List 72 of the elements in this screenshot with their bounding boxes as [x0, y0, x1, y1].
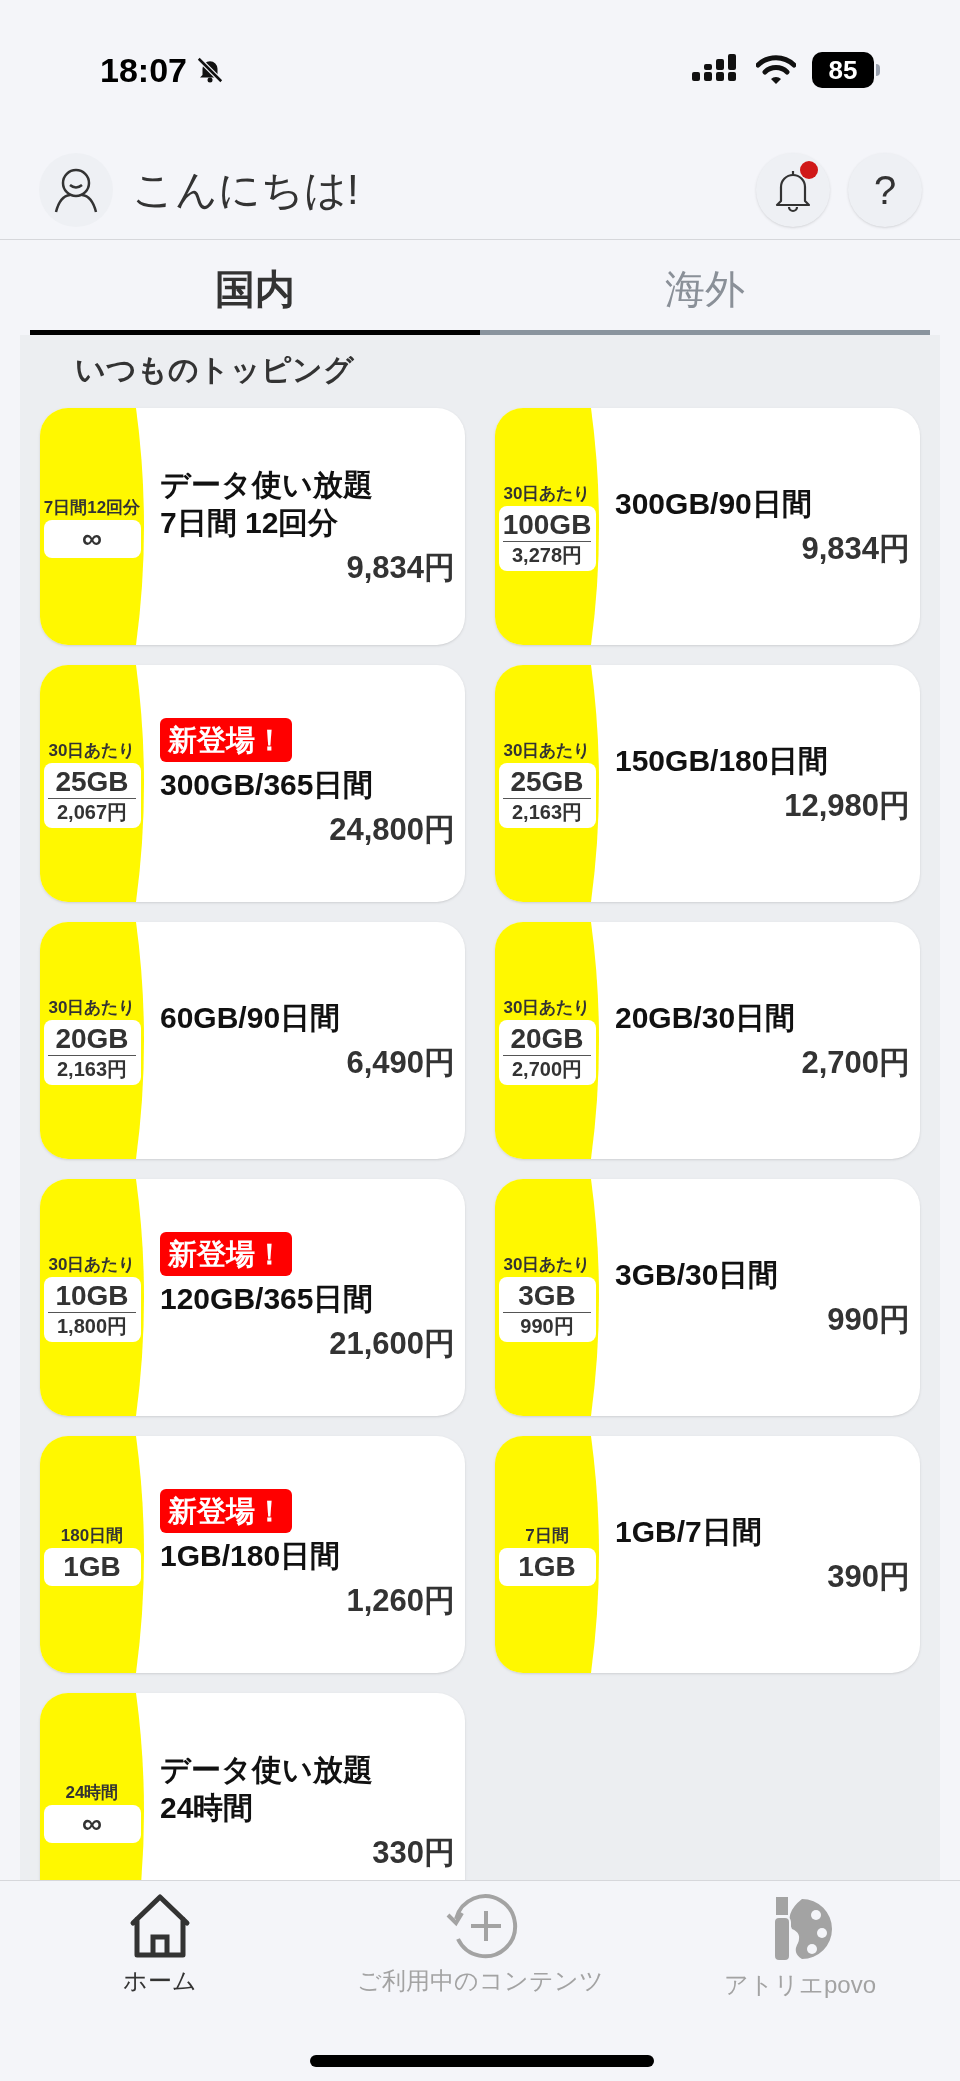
badge-price: 2,163円 — [511, 800, 583, 825]
badge-amount: 100GB — [502, 509, 592, 541]
battery-cap — [876, 64, 880, 76]
badge-price: 1,800円 — [56, 1314, 128, 1339]
badge-amount: 25GB — [55, 766, 129, 798]
plan-price: 2,700円 — [801, 1043, 910, 1082]
plan-title: 120GB/365日間 — [160, 1280, 375, 1317]
badge-amount: ∞ — [82, 1807, 102, 1840]
plan-title: 300GB/365日間 — [160, 766, 375, 803]
badge-period: 30日あたり — [503, 1254, 591, 1276]
badge-amount: ∞ — [82, 522, 102, 555]
badge-price: 2,067円 — [56, 800, 128, 825]
badge-period: 7日間 — [525, 1524, 569, 1547]
badge-price: 990円 — [520, 1314, 574, 1339]
badge-price: 2,163円 — [56, 1057, 128, 1082]
badge-amount: 3GB — [518, 1280, 576, 1312]
plan-title: 7日間 12回分 — [160, 504, 340, 541]
plan-title: 20GB/30日間 — [615, 999, 797, 1036]
plan-title: 60GB/90日間 — [160, 999, 342, 1036]
greeting-text: こんにちは! — [132, 165, 359, 215]
badge-period: 7日間12回分 — [43, 496, 141, 519]
badge-period: 30日あたり — [48, 1254, 136, 1276]
badge-period: 24時間 — [65, 1781, 119, 1804]
plan-card[interactable]: 180日間 1GB 新登場！ 1GB/180日間 1,260円 — [40, 1436, 465, 1673]
plan-price: 390円 — [827, 1557, 910, 1596]
notifications-button[interactable] — [756, 152, 830, 227]
new-tag: 新登場！ — [160, 1488, 292, 1533]
badge-amount: 20GB — [55, 1023, 129, 1055]
plan-title: 300GB/90日間 — [615, 485, 813, 522]
section-title: いつものトッピング — [74, 352, 355, 388]
plan-card[interactable]: 30日あたり 25GB 2,067円 新登場！ 300GB/365日間 24,800円 — [40, 665, 465, 902]
plan-card[interactable]: 24時間 ∞ データ使い放題 24時間 330円 — [40, 1693, 465, 1880]
badge-amount: 25GB — [510, 766, 584, 798]
plan-title: 1GB/180日間 — [160, 1537, 342, 1574]
plan-price: 330円 — [372, 1833, 455, 1872]
battery-indicator: 85 — [812, 52, 874, 88]
plan-price: 9,834円 — [801, 529, 910, 568]
plan-price: 6,490円 — [346, 1043, 455, 1082]
badge-price: 2,700円 — [511, 1057, 583, 1082]
clock: 18:07 — [100, 49, 187, 91]
plan-card[interactable]: 30日あたり 10GB 1,800円 新登場！ 120GB/365日間 21,600円 — [40, 1179, 465, 1416]
badge-period: 30日あたり — [503, 997, 591, 1019]
badge-period: 180日間 — [60, 1524, 124, 1547]
badge-amount: 20GB — [510, 1023, 584, 1055]
plan-price: 1,260円 — [346, 1581, 455, 1620]
plan-price: 21,600円 — [329, 1324, 455, 1363]
plan-title: データ使い放題 — [160, 1751, 374, 1788]
nav-tab[interactable]: ホーム — [10, 1893, 310, 2003]
plan-price: 9,834円 — [346, 548, 455, 587]
badge-amount: 1GB — [63, 1550, 121, 1583]
plan-title: データ使い放題 — [160, 466, 374, 503]
badge-period: 30日あたり — [503, 483, 591, 505]
plan-price: 12,980円 — [784, 786, 910, 825]
new-tag: 新登場！ — [160, 1231, 292, 1276]
help-button[interactable]: ? — [848, 152, 922, 227]
badge-price: 3,278円 — [511, 543, 583, 568]
new-tag: 新登場！ — [160, 717, 292, 762]
badge-period: 30日あたり — [48, 997, 136, 1019]
plan-price: 990円 — [827, 1300, 910, 1339]
badge-period: 30日あたり — [48, 740, 136, 762]
plan-title: 1GB/7日間 — [615, 1513, 763, 1550]
plan-title: 150GB/180日間 — [615, 742, 830, 779]
plan-price: 24,800円 — [329, 810, 455, 849]
home-icon — [129, 1893, 191, 1959]
plan-title: 3GB/30日間 — [615, 1256, 780, 1293]
badge-amount: 1GB — [518, 1550, 576, 1583]
plan-card[interactable]: 7日間 1GB 1GB/7日間 390円 — [495, 1436, 920, 1673]
wifi-icon — [756, 55, 796, 85]
user-avatar-icon[interactable] — [38, 151, 114, 228]
badge-amount: 10GB — [55, 1280, 129, 1312]
badge-period: 30日あたり — [503, 740, 591, 762]
plan-title: 24時間 — [160, 1789, 255, 1826]
